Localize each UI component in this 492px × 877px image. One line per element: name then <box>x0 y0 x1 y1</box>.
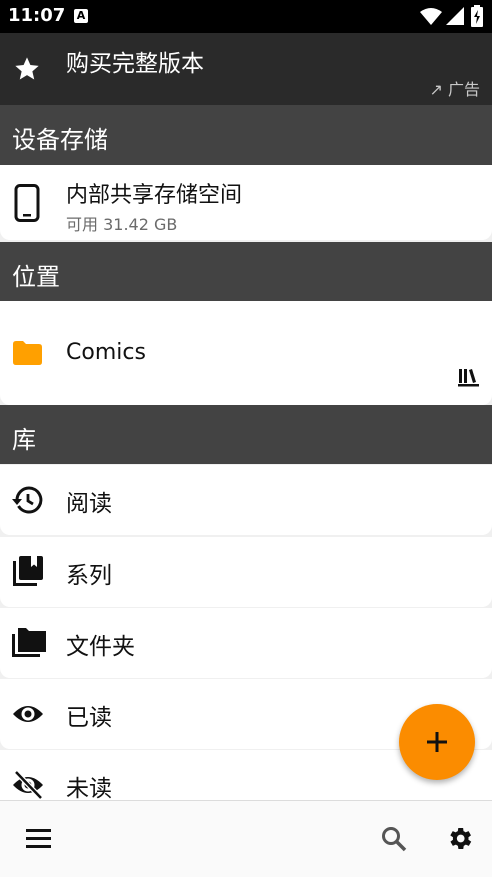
library-books-icon[interactable] <box>458 367 479 387</box>
add-fab-button[interactable] <box>399 704 475 780</box>
battery-icon <box>471 5 483 27</box>
section-header-locations: 位置 <box>0 242 492 301</box>
book-stack-icon <box>13 556 43 586</box>
library-item-reading[interactable]: 阅读 <box>0 465 492 535</box>
library-item-label: 文件夹 <box>66 634 135 660</box>
library-item-label: 阅读 <box>66 491 112 517</box>
folders-icon <box>12 628 46 657</box>
location-item-comics[interactable]: Comics <box>0 301 492 405</box>
search-icon[interactable] <box>381 826 407 852</box>
section-title: 库 <box>12 426 36 454</box>
wifi-icon <box>420 8 442 25</box>
section-header-device-storage: 设备存储 <box>0 105 492 165</box>
status-time: 11:07 <box>8 5 66 26</box>
eye-off-icon <box>13 770 43 800</box>
eye-icon <box>13 706 43 722</box>
section-title: 设备存储 <box>12 126 108 154</box>
notification-a-icon: A <box>74 9 88 23</box>
plus-icon <box>427 732 447 752</box>
library-item-folders[interactable]: 文件夹 <box>0 608 492 678</box>
storage-available: 可用 31.42 GB <box>66 215 178 234</box>
star-icon <box>15 57 39 80</box>
library-item-series[interactable]: 系列 <box>0 537 492 607</box>
internal-storage-item[interactable]: 内部共享存储空间 可用 31.42 GB <box>0 165 492 240</box>
ad-label: ↗ 广告 <box>429 80 481 99</box>
bottom-app-bar <box>0 800 492 877</box>
history-icon <box>12 486 43 514</box>
section-header-library: 库 <box>0 405 492 464</box>
folder-icon <box>13 341 42 365</box>
section-title: 位置 <box>12 263 60 291</box>
buy-full-version-banner[interactable]: 购买完整版本 ↗ 广告 <box>0 33 492 105</box>
menu-icon[interactable] <box>26 829 51 848</box>
gear-icon[interactable] <box>445 824 474 853</box>
status-bar: 11:07 A <box>0 0 492 33</box>
promo-title: 购买完整版本 <box>66 51 204 77</box>
signal-icon <box>446 7 464 25</box>
storage-name: 内部共享存储空间 <box>66 183 243 208</box>
phone-icon <box>14 184 40 222</box>
location-name: Comics <box>66 340 146 365</box>
library-item-label: 已读 <box>66 705 112 731</box>
library-item-label: 系列 <box>66 563 112 589</box>
library-item-label: 未读 <box>66 776 112 802</box>
